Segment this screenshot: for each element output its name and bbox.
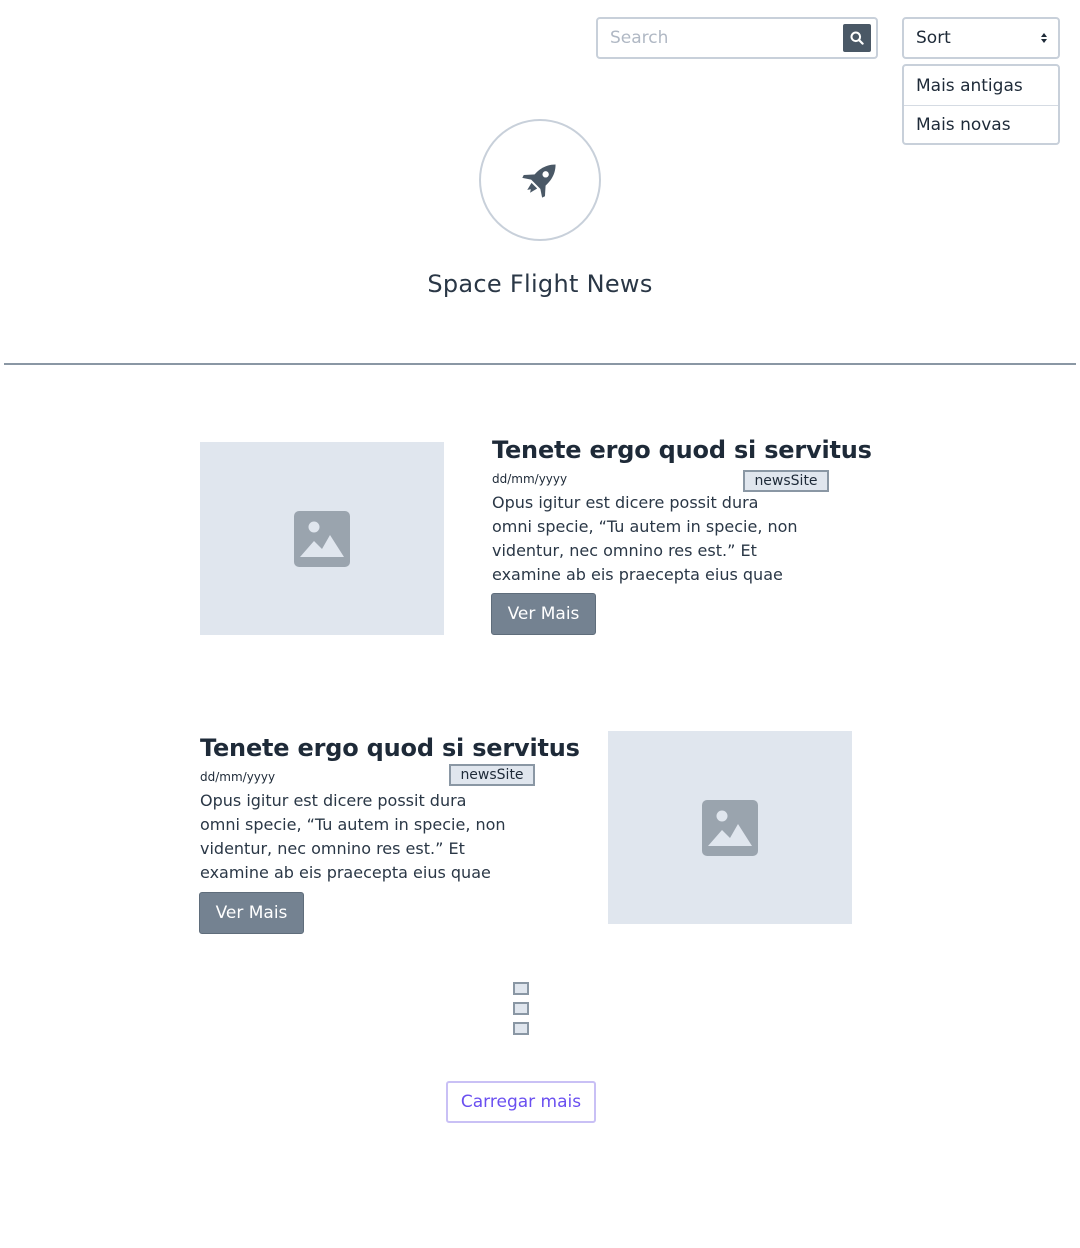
sort-menu: Mais antigas Mais novas	[902, 64, 1060, 145]
article-2-date: dd/mm/yyyy	[200, 770, 276, 784]
sort-option-newest[interactable]: Mais novas	[904, 105, 1058, 144]
header-divider	[4, 363, 1076, 365]
search-icon	[850, 31, 864, 45]
article-2-summary: Opus igitur est dicere possit dura omni …	[200, 791, 506, 882]
rocket-icon	[522, 164, 556, 198]
search-box	[596, 17, 878, 59]
article-2-thumbnail	[608, 731, 852, 924]
article-1-site-badge: newsSite	[743, 470, 829, 492]
site-title: Space Flight News	[427, 270, 653, 298]
image-placeholder-icon	[702, 799, 758, 856]
article-1-thumbnail	[200, 442, 444, 635]
search-button[interactable]	[843, 24, 871, 52]
loader-square	[513, 1022, 529, 1035]
loader-square	[513, 982, 529, 995]
article-2-title: Tenete ergo quod si servitus	[200, 734, 580, 762]
sort-select[interactable]: Sort	[902, 17, 1060, 59]
search-input[interactable]	[598, 19, 838, 57]
article-1-date: dd/mm/yyyy	[492, 472, 568, 486]
page: Sort Mais antigas Mais novas Space Fligh…	[0, 0, 1080, 1248]
sort-selected-label: Sort	[916, 28, 951, 48]
site-logo	[479, 119, 601, 241]
article-1-title: Tenete ergo quod si servitus	[492, 436, 872, 464]
loader-square	[513, 1002, 529, 1015]
article-2-ver-mais-button[interactable]: Ver Mais	[199, 892, 304, 934]
article-1-ver-mais-button[interactable]: Ver Mais	[491, 593, 596, 635]
article-2-site-badge: newsSite	[449, 764, 535, 786]
load-more-button[interactable]: Carregar mais	[446, 1081, 596, 1123]
image-placeholder-icon	[294, 510, 350, 567]
article-1-summary: Opus igitur est dicere possit dura omni …	[492, 493, 798, 584]
sort-arrows-icon	[1041, 33, 1047, 43]
sort-option-oldest[interactable]: Mais antigas	[904, 66, 1058, 105]
